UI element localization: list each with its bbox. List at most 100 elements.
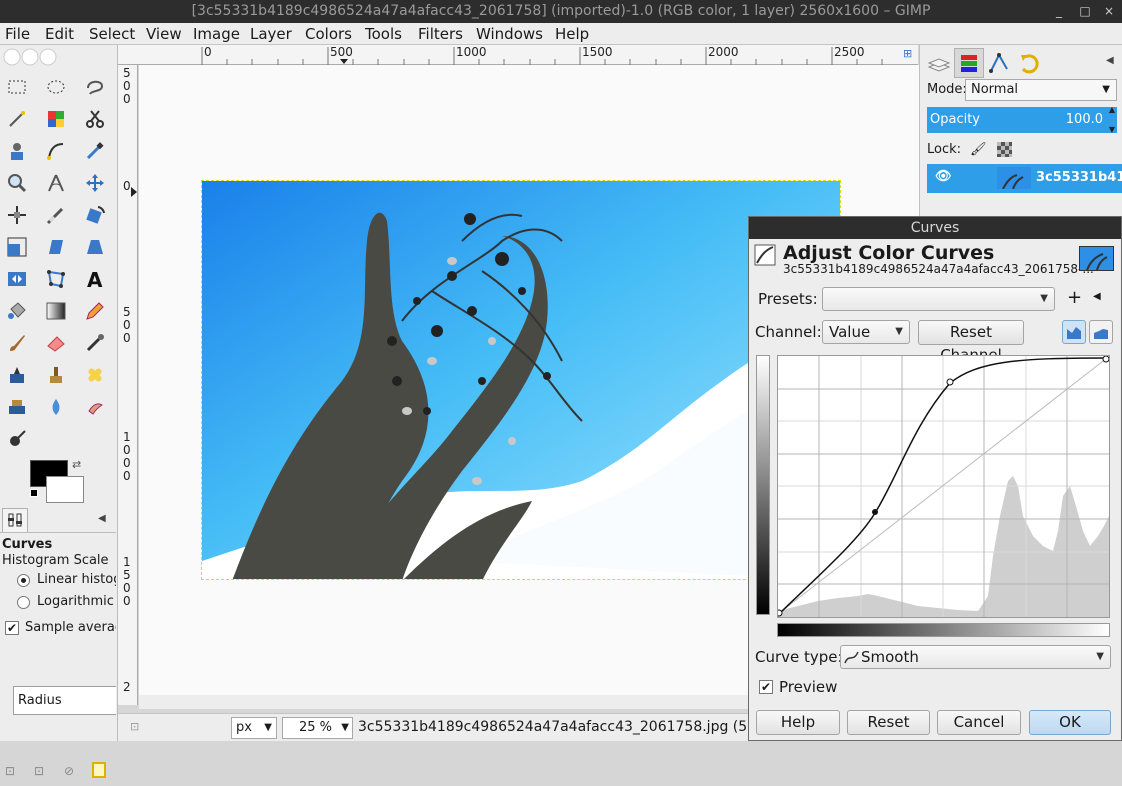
- menu-filters[interactable]: Filters: [418, 24, 463, 44]
- sample-average-checkbox[interactable]: ✔: [5, 621, 19, 635]
- shear-tool-icon[interactable]: [43, 234, 69, 260]
- curves-graph[interactable]: [775, 355, 1110, 618]
- crop-tool-icon[interactable]: [43, 202, 69, 228]
- menu-view[interactable]: View: [146, 24, 182, 44]
- channels-tab-icon[interactable]: [954, 48, 984, 78]
- menu-help[interactable]: Help: [555, 24, 589, 44]
- help-button[interactable]: Help: [756, 710, 840, 735]
- minimize-button[interactable]: _: [1046, 0, 1072, 23]
- ruler-label-v-2000: 2: [123, 680, 131, 694]
- align-tool-icon[interactable]: [4, 202, 30, 228]
- restore-options-icon[interactable]: ⊡: [34, 764, 44, 778]
- radius-field[interactable]: Radius: [13, 686, 116, 715]
- menu-colors[interactable]: Colors: [305, 24, 352, 44]
- presets-select[interactable]: ▼: [822, 287, 1055, 311]
- linear-histogram-radio[interactable]: [17, 574, 30, 587]
- delete-options-icon[interactable]: ⊘: [64, 764, 74, 778]
- navigate-icon[interactable]: ⊞: [903, 47, 912, 60]
- scissors-select-tool-icon[interactable]: [82, 106, 108, 132]
- add-preset-icon[interactable]: +: [1067, 287, 1082, 308]
- rect-select-tool-icon[interactable]: [4, 74, 30, 100]
- log-histogram-toggle-icon[interactable]: [1089, 320, 1113, 344]
- color-picker-tool-icon[interactable]: [82, 138, 108, 164]
- ruler-label-v-neg500: 500: [123, 66, 131, 106]
- curves-graph-canvas[interactable]: [775, 355, 1110, 617]
- dock-menu-icon[interactable]: ◀: [1106, 55, 1114, 66]
- window-titlebar: [3c55331b4189c4986524a47a4afacc43_206175…: [0, 0, 1122, 23]
- paintbrush-tool-icon[interactable]: [4, 330, 30, 356]
- close-button[interactable]: ×: [1096, 0, 1122, 23]
- channel-select[interactable]: Value ▼: [822, 320, 910, 344]
- reset-channel-button[interactable]: Reset Channel: [918, 320, 1024, 364]
- move-tool-icon[interactable]: [82, 170, 108, 196]
- maximize-button[interactable]: □: [1072, 0, 1098, 23]
- lock-alpha-icon[interactable]: [997, 142, 1012, 157]
- reset-options-icon[interactable]: [92, 762, 106, 778]
- foreground-select-tool-icon[interactable]: [4, 138, 30, 164]
- cage-transform-tool-icon[interactable]: [43, 266, 69, 292]
- paths-tab-icon[interactable]: [984, 48, 1014, 78]
- menu-windows[interactable]: Windows: [476, 24, 543, 44]
- dodge-burn-tool-icon[interactable]: [4, 426, 30, 452]
- scale-tool-icon[interactable]: [4, 234, 30, 260]
- select-by-color-tool-icon[interactable]: [43, 106, 69, 132]
- ok-button[interactable]: OK: [1029, 710, 1111, 735]
- blur-sharpen-tool-icon[interactable]: [43, 394, 69, 420]
- unit-select[interactable]: px ▼: [231, 717, 277, 739]
- menu-image[interactable]: Image: [193, 24, 240, 44]
- image-layer-preview[interactable]: [201, 180, 841, 580]
- zoom-tool-icon[interactable]: [4, 170, 30, 196]
- paths-tool-icon[interactable]: [43, 138, 69, 164]
- blend-tool-icon[interactable]: [43, 298, 69, 324]
- panel-menu-icon[interactable]: ◀: [98, 513, 106, 524]
- ellipse-select-tool-icon[interactable]: [43, 74, 69, 100]
- tool-options-tab[interactable]: [2, 508, 28, 532]
- pencil-tool-icon[interactable]: [82, 298, 108, 324]
- layer-row[interactable]: 👁 3c55331b4189: [927, 164, 1122, 193]
- menu-edit[interactable]: Edit: [45, 24, 74, 44]
- free-select-tool-icon[interactable]: [82, 74, 108, 100]
- fuzzy-select-tool-icon[interactable]: [4, 106, 30, 132]
- logarithmic-histogram-radio[interactable]: [17, 596, 30, 609]
- clone-tool-icon[interactable]: [43, 362, 69, 388]
- reset-button[interactable]: Reset: [847, 710, 930, 735]
- ink-tool-icon[interactable]: [4, 362, 30, 388]
- cancel-button[interactable]: Cancel: [937, 710, 1021, 735]
- opacity-slider[interactable]: Opacity 100.0 ▲ ▼: [927, 105, 1117, 134]
- eraser-tool-icon[interactable]: [43, 330, 69, 356]
- perspective-tool-icon[interactable]: [82, 234, 108, 260]
- mode-select[interactable]: Normal ▼: [965, 79, 1117, 101]
- layers-tab-icon[interactable]: [924, 48, 954, 78]
- mode-value: Normal: [971, 82, 1019, 97]
- layer-name[interactable]: 3c55331b4189: [1036, 170, 1122, 185]
- opacity-spin-icon[interactable]: ▲ ▼: [1109, 100, 1115, 140]
- menu-file[interactable]: File: [5, 24, 30, 44]
- airbrush-tool-icon[interactable]: [82, 330, 108, 356]
- zoom-select[interactable]: 25 % ▼: [282, 717, 353, 739]
- logarithmic-histogram-label: Logarithmic h: [37, 594, 116, 609]
- layer-visibility-icon[interactable]: 👁: [935, 169, 952, 184]
- measure-tool-icon[interactable]: [43, 170, 69, 196]
- bucket-fill-tool-icon[interactable]: [4, 298, 30, 324]
- text-tool-icon[interactable]: A: [82, 266, 108, 292]
- lock-pixels-icon[interactable]: 🖌: [970, 142, 987, 157]
- default-colors-icon[interactable]: [30, 489, 38, 497]
- ruler-label-2500: 2500: [834, 45, 865, 59]
- linear-histogram-toggle-icon[interactable]: [1062, 320, 1086, 344]
- menu-tools[interactable]: Tools: [365, 24, 402, 44]
- heal-tool-icon[interactable]: [82, 362, 108, 388]
- background-color-swatch[interactable]: [46, 476, 84, 503]
- preset-menu-icon[interactable]: ◀: [1093, 291, 1101, 302]
- pointer-coordinates-icon: ⊡: [130, 720, 140, 733]
- menu-layer[interactable]: Layer: [250, 24, 292, 44]
- menu-select[interactable]: Select: [89, 24, 135, 44]
- rotate-tool-icon[interactable]: [82, 202, 108, 228]
- save-options-icon[interactable]: ⊡: [5, 764, 15, 778]
- undo-history-tab-icon[interactable]: [1014, 48, 1044, 78]
- flip-tool-icon[interactable]: [4, 266, 30, 292]
- swap-colors-icon[interactable]: ⇄: [72, 458, 81, 471]
- perspective-clone-tool-icon[interactable]: [4, 394, 30, 420]
- preview-checkbox[interactable]: ✔: [759, 680, 773, 694]
- smudge-tool-icon[interactable]: [82, 394, 108, 420]
- curve-type-select[interactable]: Smooth ▼: [840, 645, 1111, 669]
